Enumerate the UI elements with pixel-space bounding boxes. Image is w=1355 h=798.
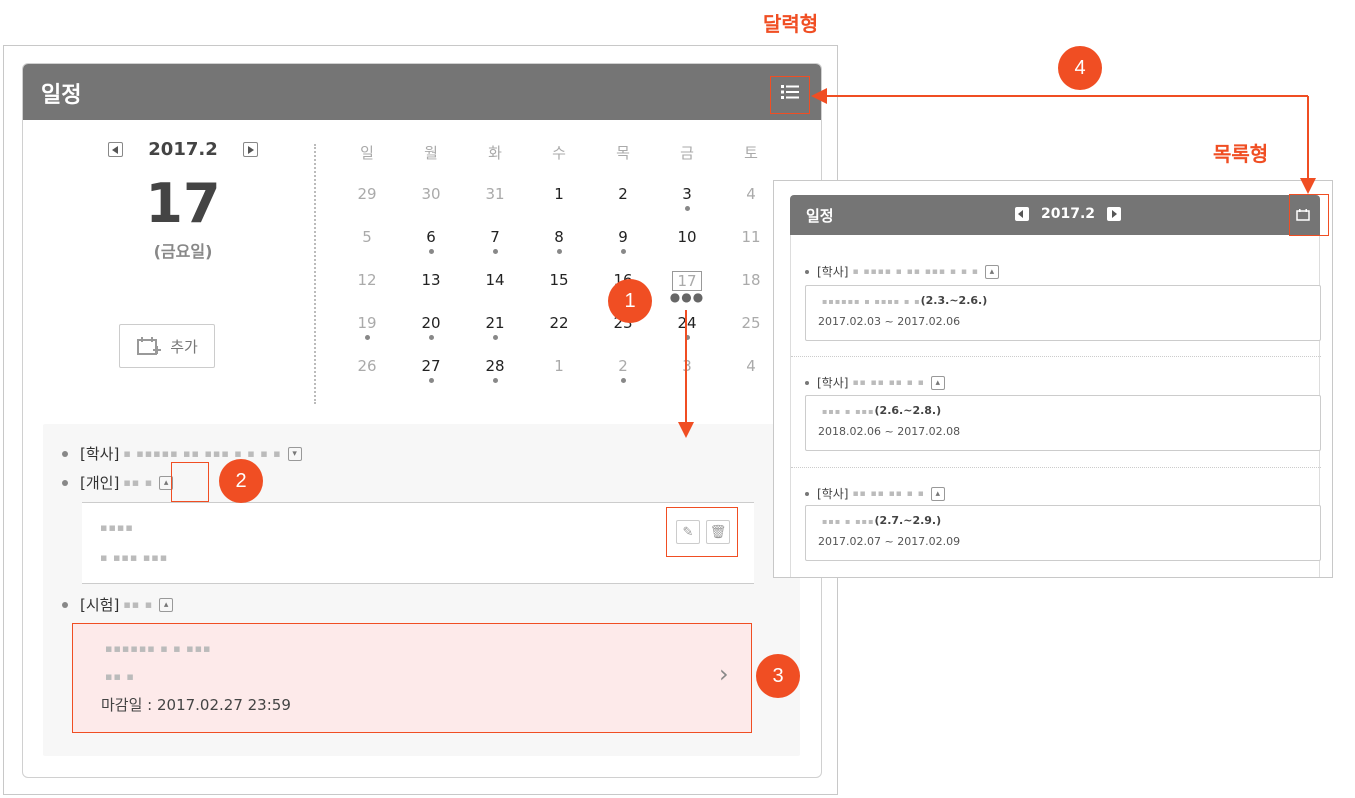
step-badge-1: 1 xyxy=(608,279,652,323)
step-badge-4: 4 xyxy=(1058,46,1102,90)
connector-arrows xyxy=(678,88,1316,438)
step-badge-3: 3 xyxy=(756,654,800,698)
step-badge-2: 2 xyxy=(219,459,263,503)
